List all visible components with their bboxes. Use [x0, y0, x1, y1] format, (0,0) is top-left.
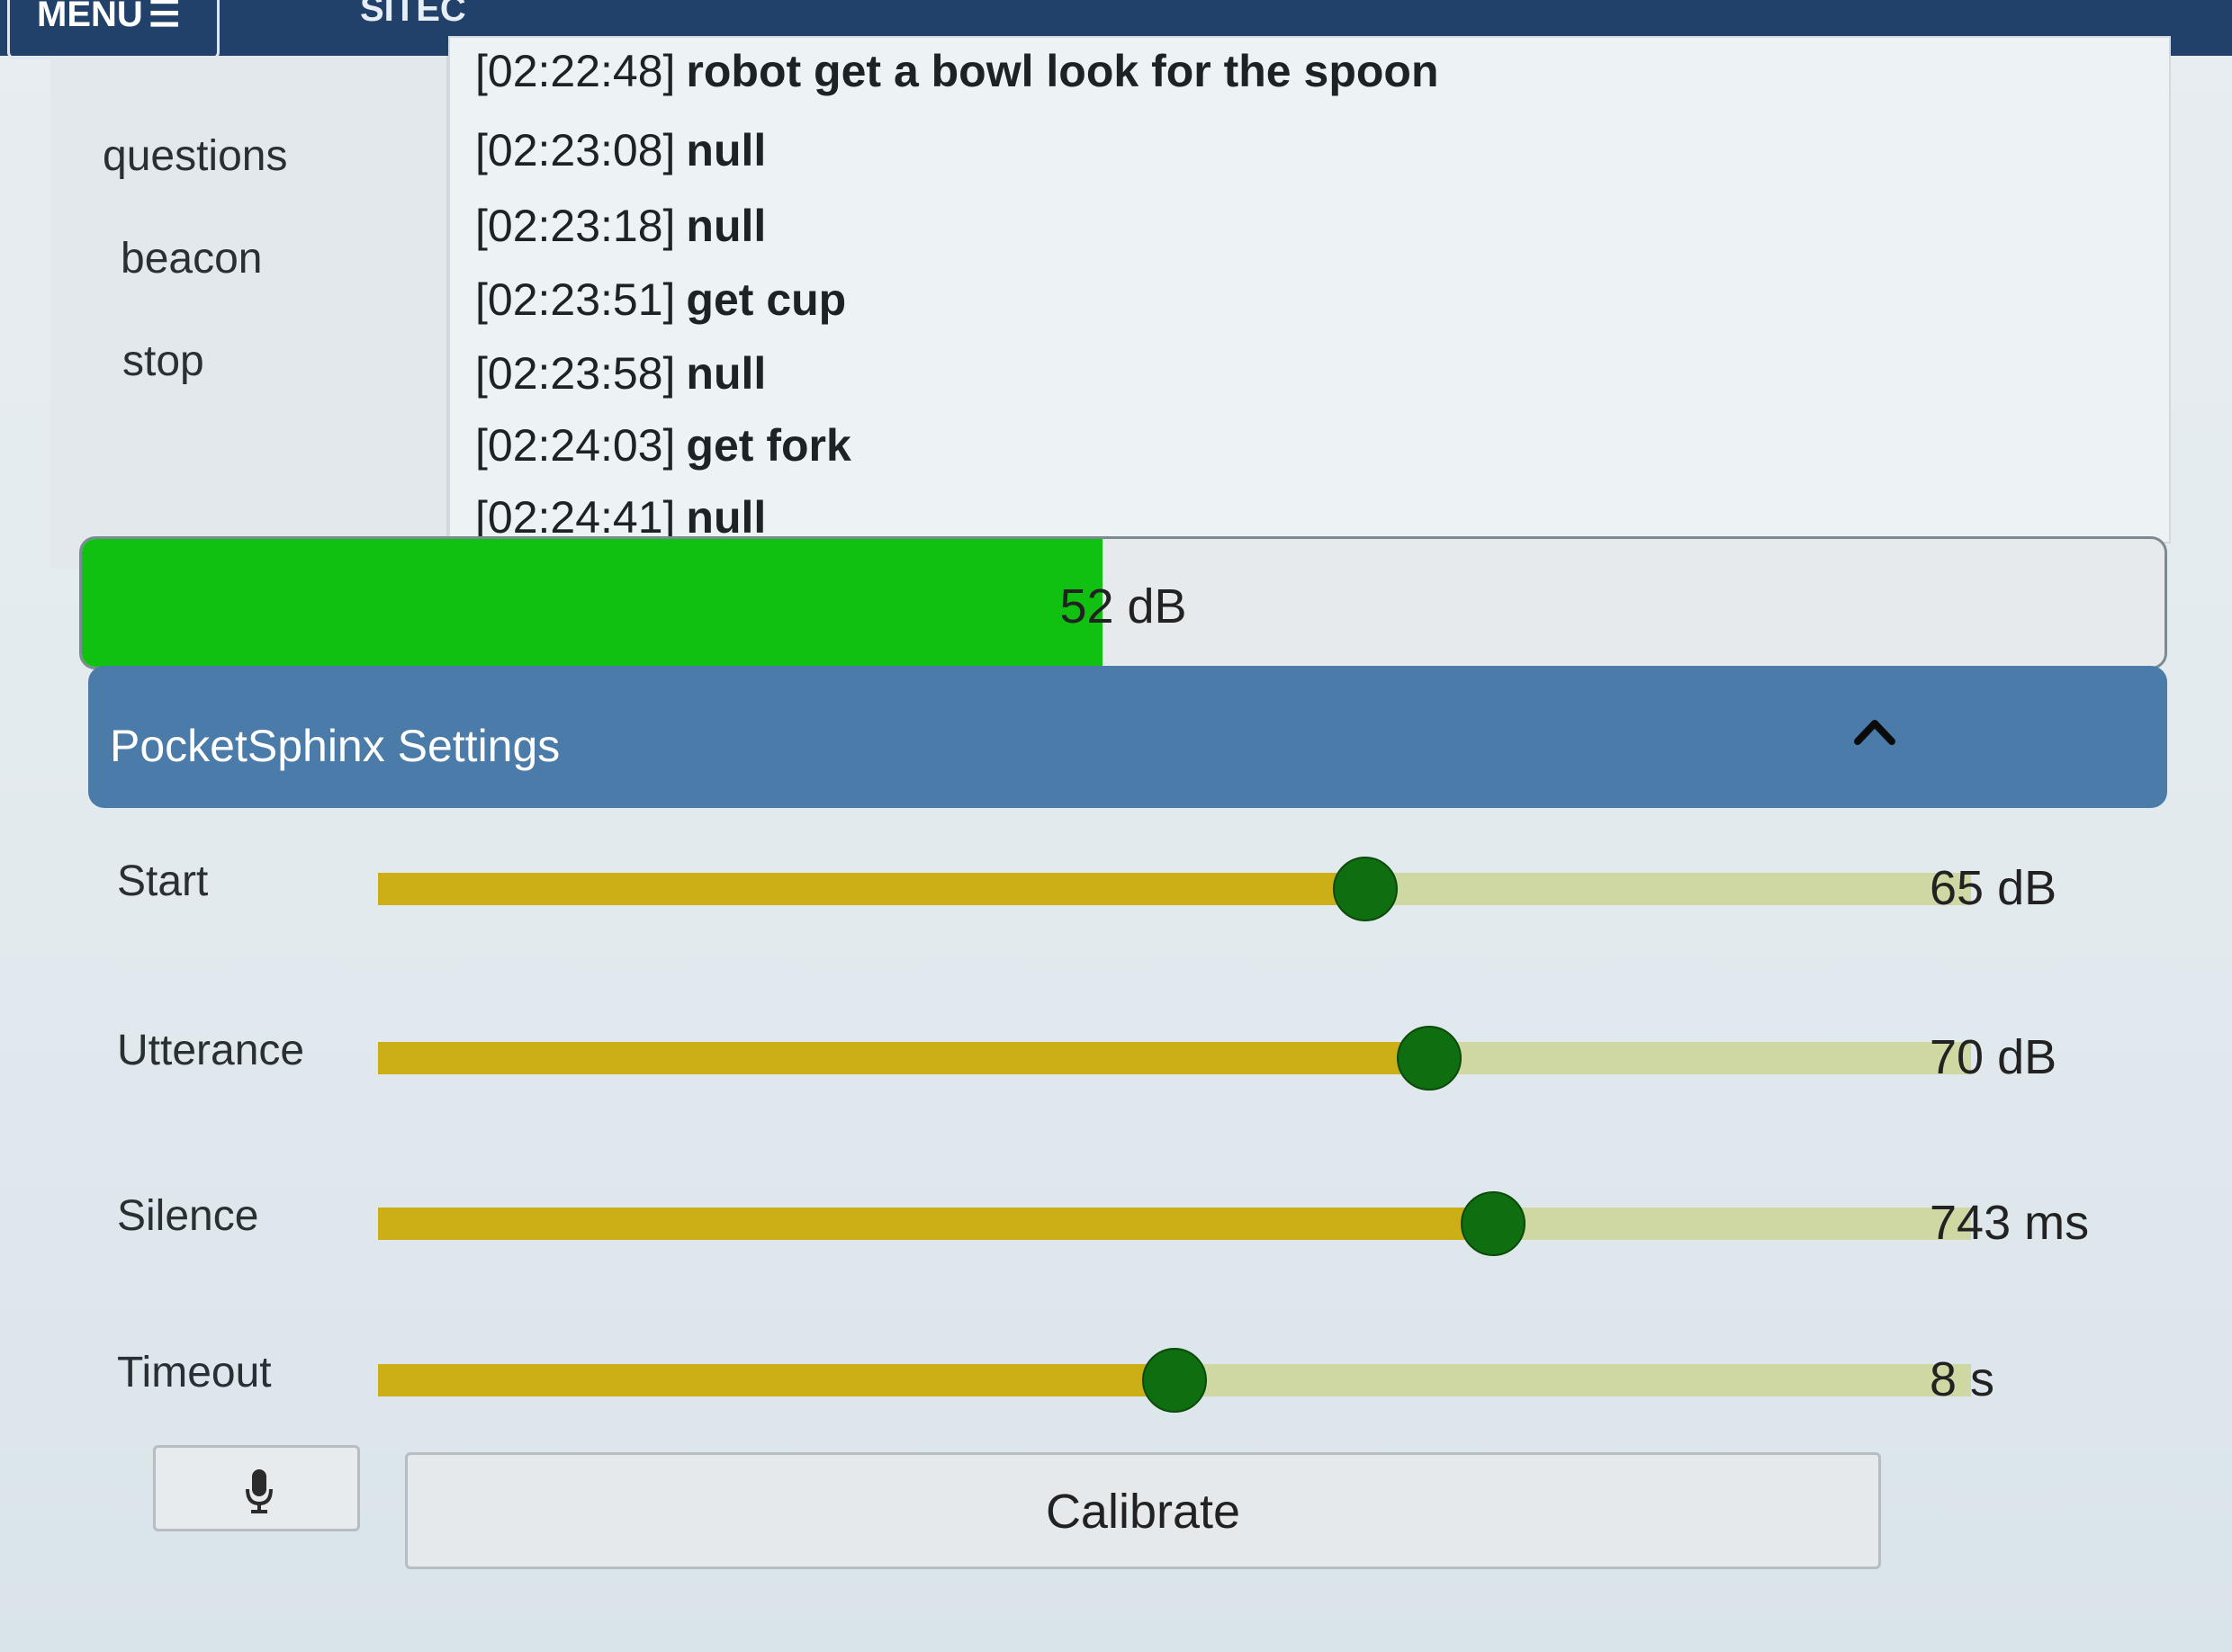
chevron-up-icon[interactable] [1852, 713, 1897, 749]
log-text: null [686, 492, 767, 543]
log-entry: [02:24:03] get fork [475, 419, 851, 471]
slider-fill [378, 1208, 1493, 1240]
microphone-button[interactable] [153, 1445, 360, 1531]
log-text: null [686, 201, 767, 251]
slider-value: 8 s [1930, 1352, 1995, 1406]
slider-value: 65 dB [1930, 861, 2057, 915]
log-entry: [02:22:48] robot get a bowl look for the … [475, 45, 1438, 97]
slider-thumb[interactable] [1461, 1191, 1526, 1256]
log-text: get fork [686, 420, 851, 471]
slider-label: Timeout [117, 1349, 272, 1396]
slider-fill [378, 1364, 1174, 1396]
log-text: null [686, 125, 767, 175]
sidebar-item-questions[interactable]: questions [103, 131, 287, 181]
log-entry: [02:23:08] null [475, 124, 766, 176]
slider-value: 743 ms [1930, 1196, 2090, 1250]
slider-value: 70 dB [1930, 1030, 2057, 1084]
audio-level-label: 52 dB [1059, 579, 1187, 633]
calibrate-button[interactable]: Calibrate [405, 1452, 1881, 1569]
slider-row-timeout: Timeout 8 s [90, 1319, 2160, 1427]
recognition-log: [02:22:48] robot get a bowl look for the … [448, 36, 2171, 543]
log-timestamp: [02:23:58] [475, 348, 676, 399]
utterance-slider[interactable] [378, 1026, 1971, 1091]
log-timestamp: [02:24:41] [475, 492, 676, 543]
log-entry: [02:23:51] get cup [475, 274, 846, 326]
slider-label: Start [117, 857, 209, 905]
menu-button[interactable]: MENU ☰ [7, 0, 220, 59]
slider-row-silence: Silence 743 ms [90, 1163, 2160, 1270]
log-entry: [02:23:58] null [475, 347, 766, 400]
silence-slider[interactable] [378, 1191, 1971, 1256]
intent-sidebar: questions beacon stop [50, 56, 448, 569]
log-text: null [686, 348, 767, 399]
hamburger-icon: ☰ [148, 0, 181, 34]
sidebar-item-stop[interactable]: stop [122, 337, 204, 386]
log-text: get cup [686, 274, 847, 325]
start-slider[interactable] [378, 857, 1971, 921]
log-entry: [02:23:18] null [475, 200, 766, 252]
slider-label: Silence [117, 1192, 259, 1240]
log-timestamp: [02:22:48] [475, 46, 676, 96]
slider-thumb[interactable] [1397, 1026, 1462, 1091]
log-timestamp: [02:24:03] [475, 420, 676, 471]
app-title: SITEC [360, 0, 466, 29]
slider-fill [378, 873, 1366, 905]
slider-thumb[interactable] [1333, 857, 1399, 921]
slider-fill [378, 1042, 1430, 1074]
settings-panel-header[interactable]: PocketSphinx Settings [88, 666, 2167, 808]
slider-label: Utterance [117, 1027, 305, 1074]
log-timestamp: [02:23:18] [475, 201, 676, 251]
log-timestamp: [02:23:51] [475, 274, 676, 325]
slider-row-utterance: Utterance 70 dB [90, 997, 2160, 1105]
menu-label: MENU [37, 0, 143, 34]
timeout-slider[interactable] [378, 1348, 1971, 1413]
sidebar-item-beacon[interactable]: beacon [121, 234, 262, 283]
log-text: robot get a bowl look for the spoon [686, 46, 1439, 96]
slider-thumb[interactable] [1142, 1348, 1207, 1413]
audio-level-meter: 52 dB [79, 536, 2167, 669]
slider-row-start: Start 65 dB [90, 828, 2160, 936]
microphone-icon [246, 1469, 273, 1513]
settings-title: PocketSphinx Settings [110, 721, 561, 771]
log-timestamp: [02:23:08] [475, 125, 676, 175]
